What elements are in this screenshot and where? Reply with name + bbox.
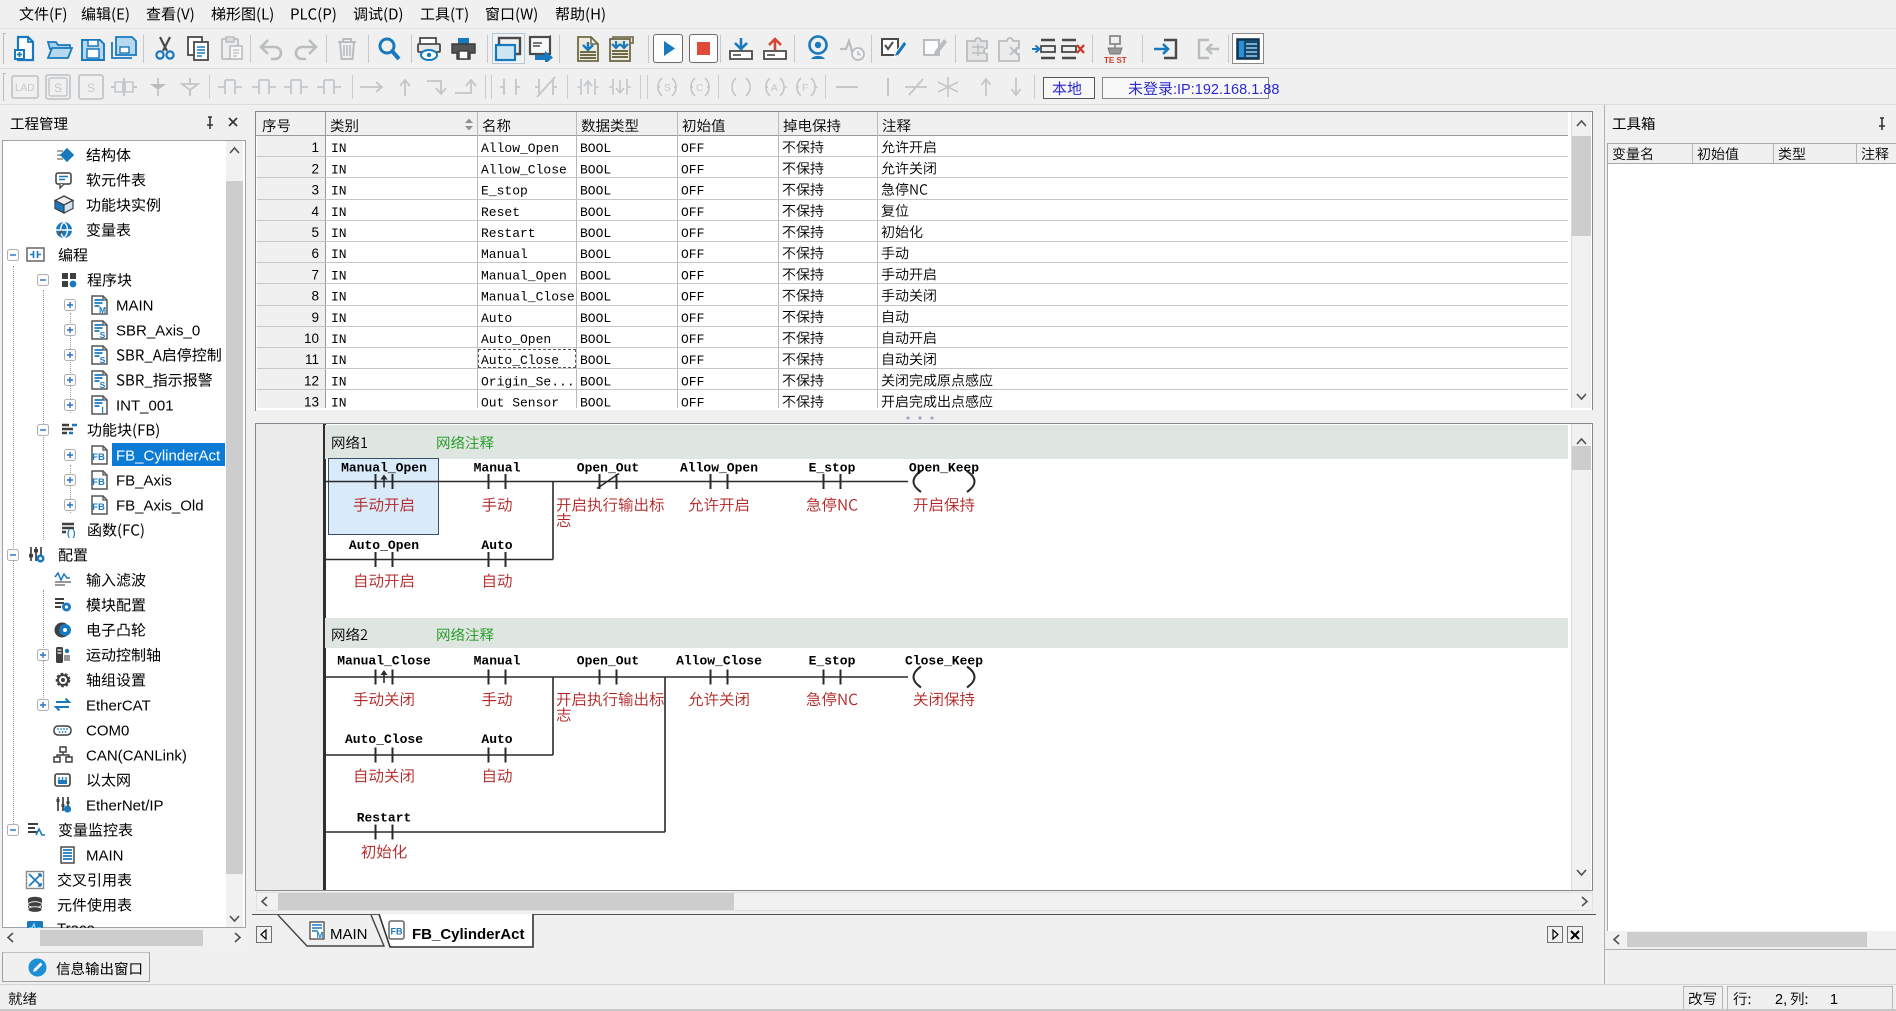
svg-text:S: S	[100, 380, 106, 390]
svg-text:FB: FB	[92, 477, 105, 488]
svg-text:LAD: LAD	[15, 83, 34, 94]
svg-text:C: C	[696, 83, 703, 94]
svg-text:M: M	[99, 305, 106, 315]
svg-text:( ): ( )	[67, 528, 76, 538]
svg-text:S: S	[100, 330, 106, 340]
svg-text:S: S	[100, 355, 106, 365]
svg-text:FB: FB	[92, 502, 105, 513]
svg-text:FB: FB	[92, 452, 105, 463]
svg-text:S: S	[664, 83, 671, 94]
svg-text:FB: FB	[391, 927, 403, 937]
svg-text:M: M	[317, 931, 324, 940]
svg-text:S: S	[87, 81, 95, 95]
svg-text:A: A	[771, 83, 778, 94]
svg-text:S: S	[54, 81, 62, 95]
svg-text:TE ST: TE ST	[1104, 56, 1127, 64]
svg-text:F: F	[802, 83, 808, 94]
svg-text:I: I	[101, 405, 103, 415]
